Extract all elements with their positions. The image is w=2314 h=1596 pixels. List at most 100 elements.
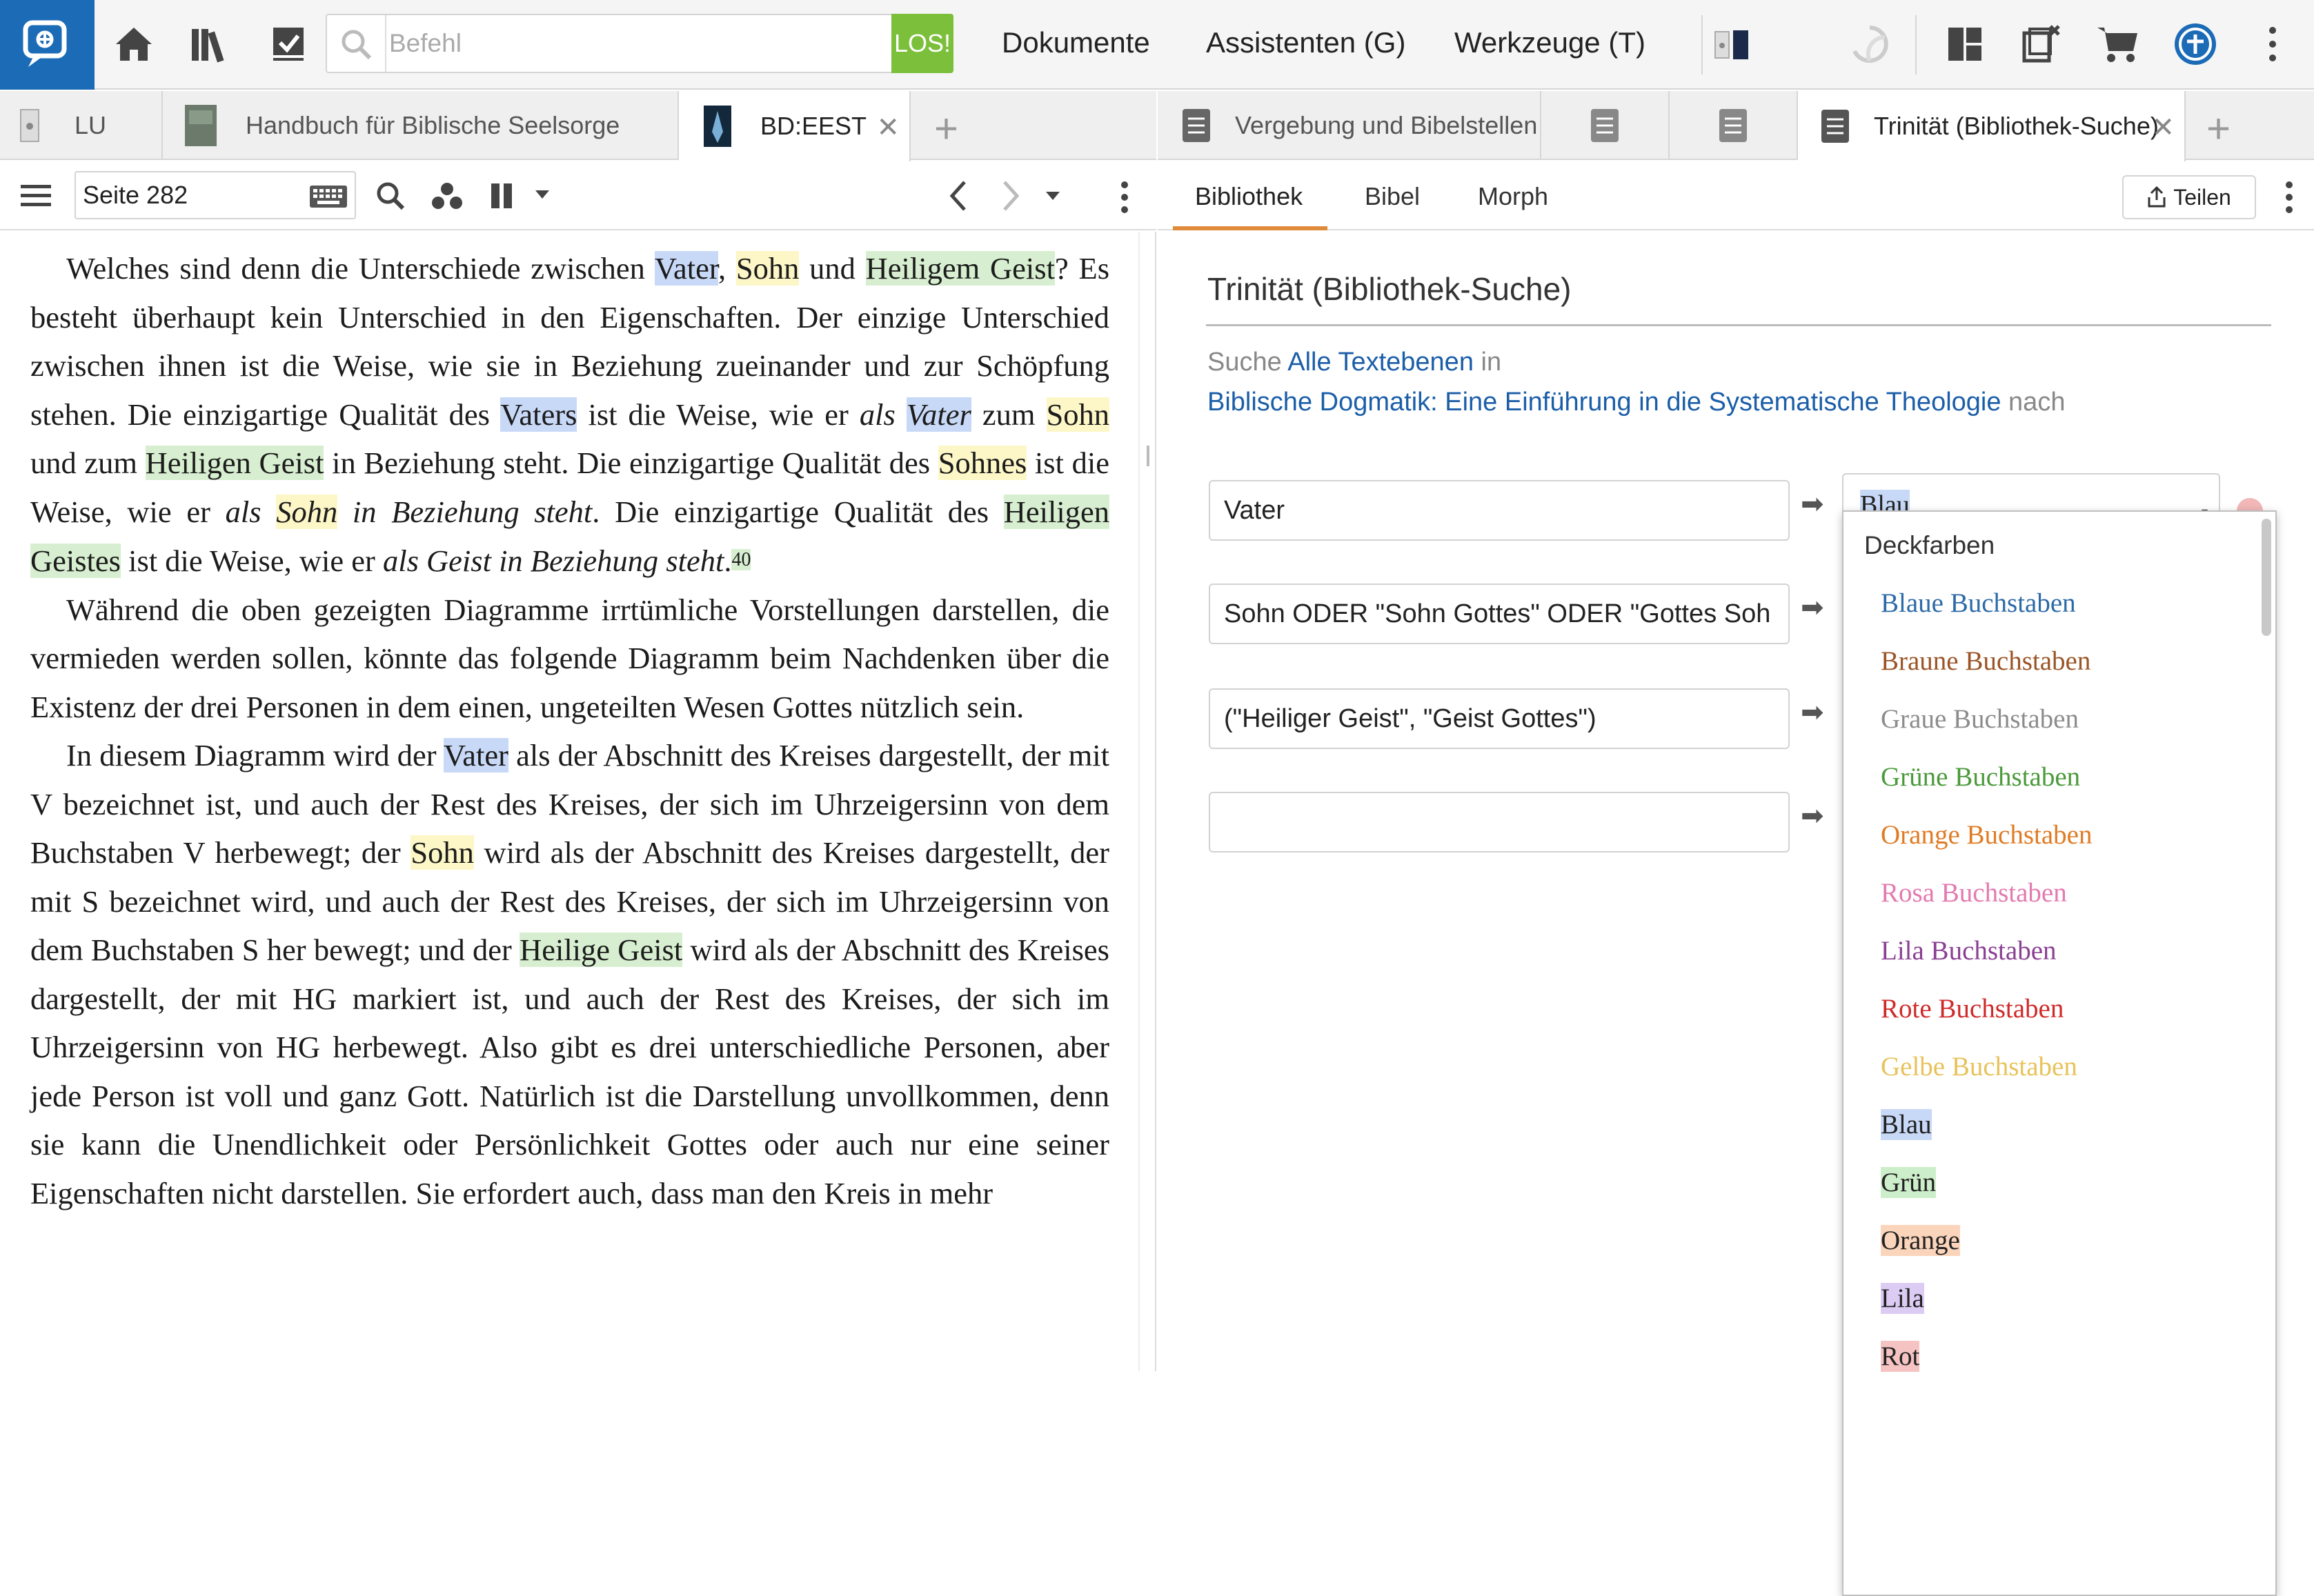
add-tab-button[interactable]: + bbox=[2206, 105, 2231, 152]
visual-filter-icon[interactable] bbox=[431, 181, 464, 215]
document-icon bbox=[1719, 109, 1747, 142]
tab-document-2[interactable] bbox=[1541, 91, 1670, 160]
account-icon[interactable] bbox=[2170, 19, 2220, 69]
color-option[interactable]: Grün bbox=[1881, 1167, 1937, 1198]
page-reference: Seite 282 bbox=[83, 181, 188, 209]
highlight-vater: Vater bbox=[654, 251, 718, 286]
document-icon bbox=[1183, 109, 1210, 142]
tab-trinitaet[interactable]: Trinität (Bibliothek-Suche) ✕ bbox=[1798, 91, 2186, 161]
paragraph-2: Während die oben gezeigten Diagramme irr… bbox=[30, 592, 1109, 724]
search-term-field-2[interactable]: Sohn ODER "Sohn Gottes" ODER "Gottes Soh bbox=[1209, 583, 1790, 644]
search-icon bbox=[339, 28, 373, 64]
more-menu-icon[interactable] bbox=[2248, 19, 2297, 69]
menu-tools[interactable]: Werkzeuge (T) bbox=[1454, 26, 1645, 59]
logos-logo-button[interactable] bbox=[0, 0, 95, 90]
search-term-field-4[interactable] bbox=[1209, 792, 1790, 852]
book-cover-icon bbox=[185, 105, 217, 146]
panel-menu-icon[interactable] bbox=[21, 182, 51, 213]
tab-morph[interactable]: Morph bbox=[1478, 182, 1548, 211]
left-panel-toolbar: Seite 282 bbox=[0, 161, 1156, 230]
search-book-line: Biblische Dogmatik: Eine Einführung in d… bbox=[1207, 388, 2066, 417]
home-icon[interactable] bbox=[109, 19, 159, 69]
columns-dropdown-icon[interactable] bbox=[534, 189, 551, 203]
tab-lu[interactable]: LU bbox=[0, 91, 163, 160]
document-icon bbox=[1821, 110, 1849, 143]
search-icon[interactable] bbox=[375, 181, 406, 215]
command-box bbox=[326, 14, 953, 73]
tab-label: Trinität (Bibliothek-Suche) bbox=[1874, 112, 2159, 140]
menu-guides[interactable]: Assistenten (G) bbox=[1206, 26, 1405, 59]
go-button[interactable]: LOS! bbox=[891, 14, 953, 73]
color-option[interactable]: Lila bbox=[1881, 1283, 1924, 1314]
layouts-icon[interactable] bbox=[1940, 19, 1990, 69]
right-panel-toolbar: Bibliothek Bibel Morph Teilen bbox=[1158, 161, 2314, 230]
library-icon[interactable] bbox=[186, 19, 236, 69]
back-icon[interactable] bbox=[948, 179, 969, 216]
top-toolbar: LOS! Dokumente Assistenten (G) Werkzeuge… bbox=[0, 0, 2314, 90]
page-reference-field[interactable]: Seite 282 bbox=[75, 171, 356, 219]
close-panels-icon[interactable] bbox=[2016, 19, 2066, 69]
color-option[interactable]: Blau bbox=[1881, 1109, 1932, 1140]
panel-splitter[interactable] bbox=[1138, 232, 1156, 1371]
footnote-link[interactable]: 40 bbox=[731, 549, 751, 570]
color-option[interactable]: Grüne Buchstaben bbox=[1881, 761, 2080, 792]
highlight-sohn: Sohn bbox=[276, 494, 338, 529]
tab-label: Handbuch für Biblische Seelsorge bbox=[246, 111, 620, 139]
color-option[interactable]: Gelbe Buchstaben bbox=[1881, 1051, 2077, 1082]
share-button[interactable]: Teilen bbox=[2122, 175, 2256, 219]
panel-more-icon[interactable] bbox=[1120, 181, 1129, 217]
search-term-field-1[interactable]: Vater bbox=[1209, 480, 1790, 541]
tab-bd-eest[interactable]: BD:EEST ✕ bbox=[679, 91, 911, 161]
search-term-field-3[interactable]: ("Heiliger Geist", "Geist Gottes") bbox=[1209, 688, 1790, 749]
panel-more-icon[interactable] bbox=[2285, 181, 2293, 217]
tab-label: BD:EEST bbox=[760, 112, 867, 140]
highlight-sohnes: Sohnes bbox=[938, 446, 1027, 480]
resource-cover-icon bbox=[20, 109, 39, 142]
color-option[interactable]: Rosa Buchstaben bbox=[1881, 877, 2067, 908]
color-option[interactable]: Blaue Buchstaben bbox=[1881, 588, 2076, 619]
active-tab-indicator bbox=[1173, 226, 1327, 230]
command-input[interactable] bbox=[389, 15, 872, 72]
tab-document-3[interactable] bbox=[1670, 91, 1798, 160]
book-link[interactable]: Biblische Dogmatik: Eine Einführung in d… bbox=[1207, 388, 2001, 417]
tab-handbuch[interactable]: Handbuch für Biblische Seelsorge bbox=[163, 91, 679, 160]
cart-icon[interactable] bbox=[2093, 19, 2143, 69]
color-option[interactable]: Rote Buchstaben bbox=[1881, 993, 2064, 1024]
arrow-icon: ➡ bbox=[1801, 697, 1824, 728]
reading-plan-icon[interactable] bbox=[264, 19, 313, 69]
color-option[interactable]: Braune Buchstaben bbox=[1881, 646, 2090, 677]
keyboard-icon[interactable] bbox=[309, 185, 348, 208]
close-tab-icon[interactable]: ✕ bbox=[876, 112, 900, 143]
resource-thumbnail-icon[interactable] bbox=[1708, 19, 1758, 69]
tab-bibliothek[interactable]: Bibliothek bbox=[1195, 182, 1303, 211]
tab-vergebung[interactable]: Vergebung und Bibelstellen bbox=[1158, 91, 1541, 160]
dropdown-scrollbar[interactable] bbox=[2262, 519, 2271, 636]
highlight-sohn: Sohn bbox=[411, 835, 474, 870]
color-option[interactable]: Lila Buchstaben bbox=[1881, 935, 2057, 966]
close-tab-icon[interactable]: ✕ bbox=[2151, 112, 2175, 143]
arrow-icon: ➡ bbox=[1801, 801, 1824, 831]
highlight-color-select[interactable]: Blau ▾ bbox=[1842, 473, 2220, 516]
logos-search-icon bbox=[23, 20, 66, 67]
history-dropdown-icon[interactable] bbox=[1045, 190, 1061, 205]
tab-label: LU bbox=[75, 111, 107, 139]
color-option[interactable]: Graue Buchstaben bbox=[1881, 704, 2079, 735]
sync-icon[interactable] bbox=[1845, 19, 1895, 69]
highlight-heilige-geist: Heilige Geist bbox=[520, 932, 683, 967]
document-icon bbox=[1591, 109, 1619, 142]
arrow-icon: ➡ bbox=[1801, 592, 1824, 623]
tab-bibel[interactable]: Bibel bbox=[1365, 182, 1420, 211]
highlight-vaters: Vaters bbox=[500, 397, 577, 432]
columns-icon[interactable] bbox=[490, 182, 515, 213]
color-option[interactable]: Rot bbox=[1881, 1341, 1920, 1372]
color-option[interactable]: Orange bbox=[1881, 1225, 1960, 1256]
dropdown-header: Deckfarben bbox=[1864, 531, 1995, 559]
add-tab-button[interactable]: + bbox=[934, 105, 958, 152]
color-option[interactable]: Orange Buchstaben bbox=[1881, 819, 2092, 850]
menu-documents[interactable]: Dokumente bbox=[1002, 26, 1150, 59]
search-title[interactable]: Trinität (Bibliothek-Suche) bbox=[1207, 270, 1572, 308]
forward-icon[interactable] bbox=[1000, 179, 1021, 216]
paragraph-1: Welches sind denn die Unterschiede zwisc… bbox=[30, 251, 1110, 578]
document-scrollbar-thumb[interactable] bbox=[1147, 446, 1149, 466]
scope-link[interactable]: Alle Textebenen bbox=[1287, 348, 1474, 377]
